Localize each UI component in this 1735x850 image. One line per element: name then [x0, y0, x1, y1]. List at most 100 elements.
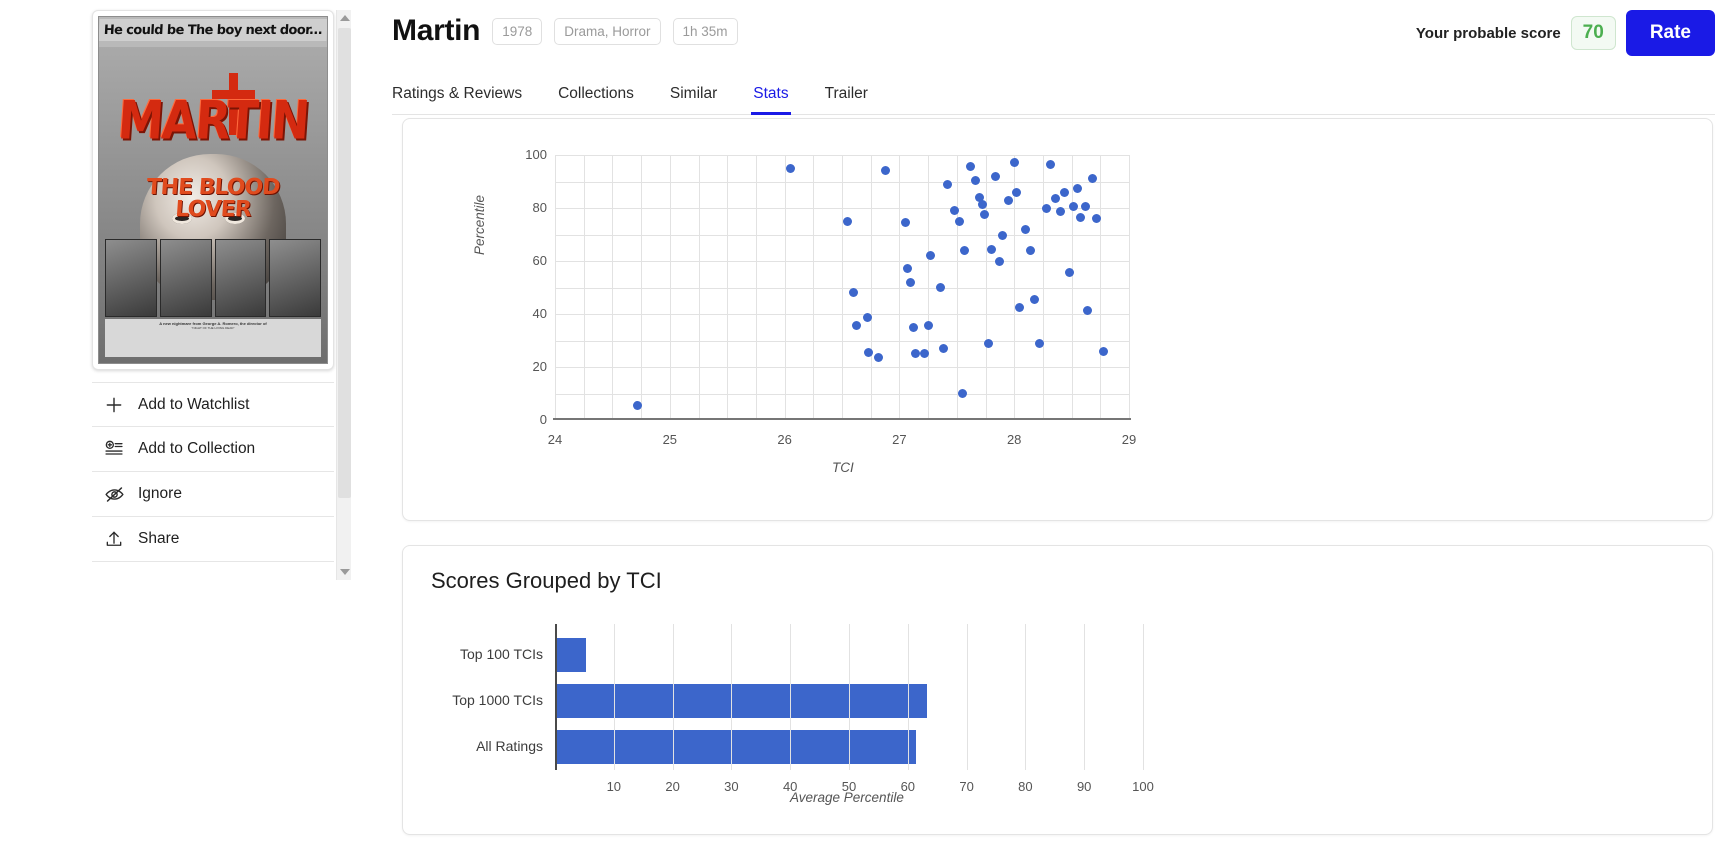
plus-icon [92, 395, 136, 415]
scatter-x-axis-label: TCI [832, 460, 854, 475]
scatter-point[interactable] [923, 321, 933, 331]
scatter-point[interactable] [954, 216, 964, 226]
scrollbar-thumb[interactable] [338, 28, 351, 498]
scatter-x-tick: 29 [1121, 432, 1137, 447]
scroll-up-arrow-icon[interactable] [337, 10, 352, 26]
scatter-gridline-v [813, 155, 815, 420]
scatter-point[interactable] [1072, 183, 1082, 193]
scatter-point[interactable] [1069, 202, 1079, 212]
scatter-gridline-v [641, 155, 643, 420]
scatter-point[interactable] [991, 171, 1001, 181]
scatter-point[interactable] [984, 338, 994, 348]
bar-x-tick: 80 [1018, 779, 1033, 794]
scatter-point[interactable] [1099, 346, 1109, 356]
scatter-point[interactable] [1076, 212, 1086, 222]
scatter-point[interactable] [908, 322, 918, 332]
scatter-point[interactable] [1080, 202, 1090, 212]
tab-collections[interactable]: Collections [540, 85, 652, 114]
scatter-point[interactable] [1011, 187, 1021, 197]
scatter-point[interactable] [986, 244, 996, 254]
scatter-point[interactable] [1051, 194, 1061, 204]
scatter-point[interactable] [1025, 245, 1035, 255]
scatter-point[interactable] [979, 210, 989, 220]
tab-similar[interactable]: Similar [652, 85, 735, 114]
scatter-point[interactable] [960, 245, 970, 255]
bars-card-title: Scores Grouped by TCI [431, 568, 662, 593]
scatter-point[interactable] [958, 389, 968, 398]
ignore-button[interactable]: Ignore [92, 472, 334, 517]
scatter-point[interactable] [938, 343, 948, 353]
scatter-point[interactable] [943, 179, 953, 189]
scatter-point[interactable] [902, 264, 912, 274]
poster-subtitle-2: LOVER [174, 197, 252, 222]
header-actions: Your probable score 70 Rate [1416, 10, 1715, 56]
scatter-point[interactable] [874, 353, 884, 363]
scatter-point[interactable] [925, 251, 935, 261]
bar-gridline [1025, 624, 1027, 770]
scatter-point[interactable] [1003, 195, 1013, 205]
scatter-point[interactable] [1034, 338, 1044, 348]
bar-2[interactable] [557, 684, 928, 718]
scatter-gridline-h [555, 420, 1129, 421]
scatter-point[interactable] [900, 218, 910, 228]
scatter-point[interactable] [966, 162, 976, 172]
scatter-point[interactable] [881, 166, 891, 176]
scatter-point[interactable] [1083, 305, 1093, 315]
percentile-vs-tci-chart [553, 155, 1131, 421]
scatter-y-tick: 0 [539, 412, 547, 427]
scatter-point[interactable] [1009, 158, 1019, 168]
scatter-point[interactable] [1041, 203, 1051, 213]
scatter-plot-area [555, 155, 1130, 421]
scatter-point[interactable] [785, 163, 795, 173]
share-button[interactable]: Share [92, 517, 334, 562]
share-icon [92, 529, 136, 549]
scatter-gridline-v [1100, 155, 1102, 420]
scatter-gridline-v [669, 155, 671, 420]
scatter-gridline-v [1042, 155, 1044, 420]
scatter-point[interactable] [1046, 159, 1056, 169]
scatter-y-tick: 60 [532, 253, 547, 268]
scatter-gridline-v [555, 155, 556, 420]
bar-x-tick: 90 [1076, 779, 1092, 794]
bar-1[interactable] [557, 638, 587, 672]
scatter-point[interactable] [1030, 294, 1040, 304]
tab-trailer[interactable]: Trailer [807, 85, 886, 114]
bar-gridline [613, 624, 615, 770]
scatter-point[interactable] [936, 283, 946, 292]
scatter-point[interactable] [998, 231, 1008, 241]
rate-button[interactable]: Rate [1625, 10, 1715, 56]
movie-poster[interactable]: He could be The boy next door... MARTIN … [92, 10, 334, 370]
scatter-point[interactable] [970, 175, 980, 185]
scatter-gridline-v [1071, 155, 1073, 420]
tab-ratings-reviews[interactable]: Ratings & Reviews [392, 85, 540, 114]
scatter-point[interactable] [906, 277, 916, 287]
tab-stats[interactable]: Stats [735, 85, 806, 115]
scatter-point[interactable] [1060, 187, 1070, 197]
bar-gridline [731, 624, 733, 770]
add-to-collection-button[interactable]: Add to Collection [92, 427, 334, 472]
scatter-point[interactable] [1021, 224, 1031, 234]
chip-runtime: 1h 35m [672, 17, 738, 45]
bar-x-axis-label: Average Percentile [790, 790, 904, 805]
scatter-point[interactable] [1015, 302, 1025, 312]
scatter-point[interactable] [852, 321, 862, 331]
scatter-gridline-v [899, 155, 901, 420]
bar-3[interactable] [557, 730, 916, 764]
scatter-x-tick: 26 [777, 432, 792, 447]
scroll-down-arrow-icon[interactable] [337, 564, 352, 580]
scatter-gridline-v [727, 155, 729, 420]
add-to-watchlist-button[interactable]: Add to Watchlist [92, 382, 334, 427]
sidebar-scrollbar[interactable] [336, 10, 351, 580]
scatter-x-tick: 27 [892, 432, 907, 447]
scatter-point[interactable] [977, 199, 987, 209]
scatter-point[interactable] [1055, 207, 1065, 217]
scatter-point[interactable] [848, 288, 858, 298]
scatter-point[interactable] [843, 216, 853, 226]
scatter-gridline-v [755, 155, 757, 420]
scatter-point[interactable] [863, 347, 873, 357]
chip-year: 1978 [492, 17, 543, 45]
scatter-point[interactable] [633, 400, 643, 410]
scatter-point[interactable] [994, 256, 1004, 266]
add-to-watchlist-label: Add to Watchlist [138, 395, 250, 413]
scatter-point[interactable] [910, 349, 920, 359]
